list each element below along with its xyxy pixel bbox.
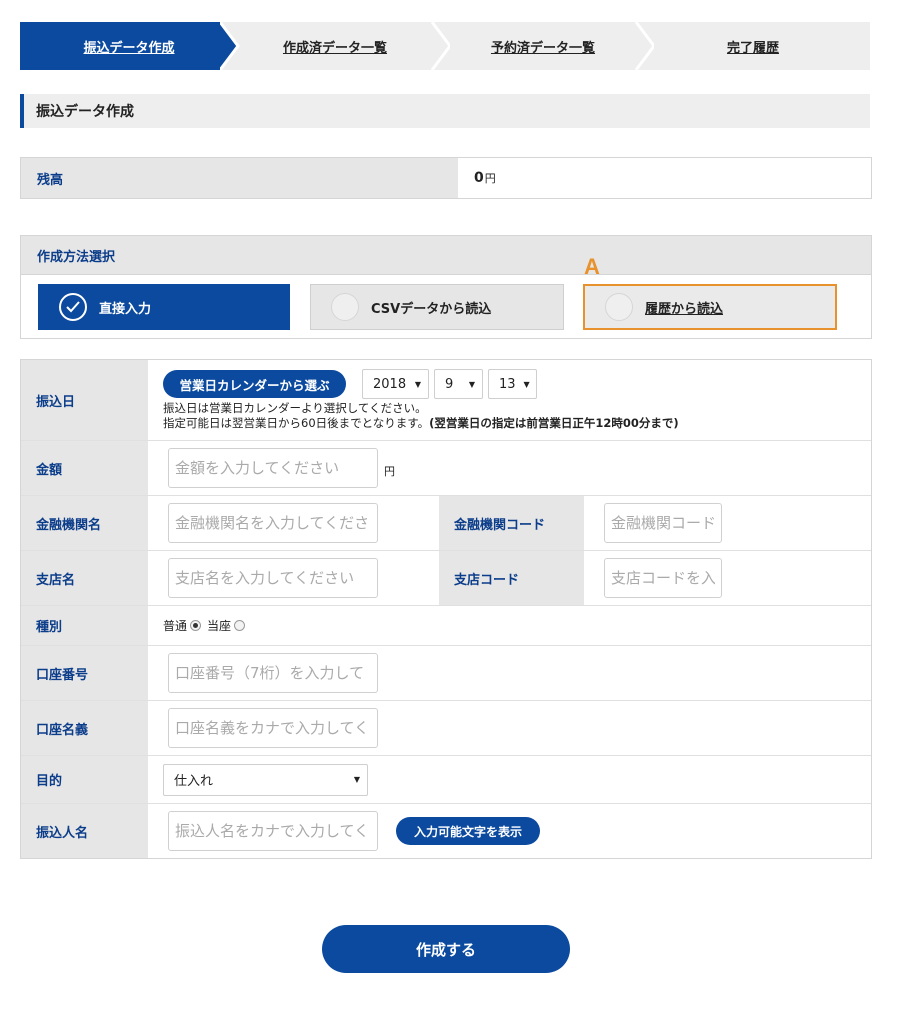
method-direct-input[interactable]: 直接入力 [38,284,290,330]
balance-value: 0 [474,170,484,186]
account-type-cell: 普通 当座 [148,606,871,645]
amount-input[interactable] [168,448,378,488]
year-select[interactable]: 2018 ▼ [362,369,429,399]
sender-name-cell: 入力可能文字を表示 [148,804,871,858]
field-label: 金融機関コード [439,496,584,550]
date-controls: 営業日カレンダーから選ぶ 2018 ▼ 9 ▼ 13 ▼ [163,369,537,399]
type-radio-ordinary[interactable] [190,620,202,631]
date-note-2: 指定可能日は翌営業日から60日後までとなります。(翌営業日の指定は前営業日正午1… [163,416,679,431]
field-label: 振込人名 [21,804,148,858]
row-amount: 金額 円 [21,441,871,496]
type-option-label: 当座 [207,619,232,633]
balance-row: 残高 0円 [20,157,872,199]
method-option-label: 直接入力 [99,301,152,317]
bank-code-input[interactable] [604,503,722,543]
radio-circle-icon [331,293,359,321]
row-transfer-date: 振込日 営業日カレンダーから選ぶ 2018 ▼ 9 ▼ 13 ▼ 振込日は営業日カレン… [21,360,871,441]
step-create-data[interactable]: 振込データ作成 [20,22,238,70]
method-option-label: CSVデータから読込 [371,301,492,317]
method-history-import[interactable]: 履歴から読込 [583,284,837,330]
date-note-2b: (翌営業日の指定は前営業日正午12時00分まで) [429,416,679,430]
account-name-input[interactable] [168,708,378,748]
day-select[interactable]: 13 ▼ [488,369,537,399]
create-button[interactable]: 作成する [322,925,570,973]
day-value: 13 [499,376,516,392]
year-value: 2018 [373,376,407,392]
row-account-type: 種別 普通 当座 [21,606,871,646]
row-account-name: 口座名義 [21,701,871,756]
field-label: 支店コード [439,551,584,605]
branch-name-input[interactable] [168,558,378,598]
step-completed-history[interactable]: 完了履歴 [636,22,870,70]
purpose-select[interactable]: 仕入れ ▼ [163,763,368,796]
field-label: 支店名 [21,551,148,605]
field-label: 種別 [21,606,148,645]
balance-label: 残高 [21,158,458,198]
type-option-label: 普通 [163,619,188,633]
date-note-2a: 指定可能日は翌営業日から60日後までとなります。 [163,416,430,430]
account-number-input[interactable] [168,653,378,693]
method-title: 作成方法選択 [21,236,871,275]
row-sender-name: 振込人名 入力可能文字を表示 [21,804,871,858]
dropdown-arrow-icon: ▼ [353,775,360,784]
row-purpose: 目的 仕入れ ▼ [21,756,871,804]
step-label: 振込データ作成 [83,40,175,56]
transfer-form: 振込日 営業日カレンダーから選ぶ 2018 ▼ 9 ▼ 13 ▼ 振込日は営業日カレン… [20,359,872,859]
step-label: 作成済データ一覧 [282,40,387,56]
step-label: 完了履歴 [726,40,779,56]
method-selection: 作成方法選択 直接入力 CSVデータから読込 履歴から読込 [20,235,872,339]
branch-code-cell [584,551,871,605]
row-branch: 支店名 支店コード [21,551,871,606]
dropdown-arrow-icon: ▼ [414,379,421,389]
amount-unit: 円 [384,465,395,478]
row-bank: 金融機関名 金融機関コード [21,496,871,551]
annotation-marker: A [584,254,600,279]
branch-code-input[interactable] [604,558,722,598]
purpose-cell: 仕入れ ▼ [148,756,871,803]
dropdown-arrow-icon: ▼ [523,379,530,389]
purpose-value: 仕入れ [174,774,214,789]
dropdown-arrow-icon: ▼ [468,379,475,389]
month-select[interactable]: 9 ▼ [434,369,483,399]
account-name-cell [148,701,871,755]
branch-name-cell [148,551,439,605]
radio-circle-icon [605,293,633,321]
amount-cell: 円 [148,441,871,495]
field-label: 口座名義 [21,701,148,755]
show-allowed-chars-button[interactable]: 入力可能文字を表示 [396,817,540,845]
date-cell: 営業日カレンダーから選ぶ 2018 ▼ 9 ▼ 13 ▼ 振込日は営業日カレンダーより… [148,360,871,440]
balance-value-wrap: 0円 [458,170,871,186]
method-option-label: 履歴から読込 [645,301,724,317]
step-navigation: 振込データ作成 作成済データ一覧 予約済データ一覧 完了履歴 [20,22,870,70]
field-label: 金融機関名 [21,496,148,550]
step-label: 予約済データ一覧 [490,40,595,56]
row-account-number: 口座番号 [21,646,871,701]
month-value: 9 [445,376,454,392]
step-reserved-list[interactable]: 予約済データ一覧 [432,22,654,70]
type-radio-current[interactable] [234,620,246,631]
check-icon [59,293,87,321]
field-label: 振込日 [21,360,148,440]
bank-name-cell [148,496,439,550]
balance-unit: 円 [484,172,496,185]
field-label: 口座番号 [21,646,148,700]
field-label: 金額 [21,441,148,495]
sender-name-input[interactable] [168,811,378,851]
bank-code-cell [584,496,871,550]
method-csv-import[interactable]: CSVデータから読込 [310,284,564,330]
bank-name-input[interactable] [168,503,378,543]
step-created-list[interactable]: 作成済データ一覧 [220,22,450,70]
date-note: 振込日は営業日カレンダーより選択してください。 [163,401,427,415]
calendar-button[interactable]: 営業日カレンダーから選ぶ [163,370,346,398]
field-label: 目的 [21,756,148,803]
page-title: 振込データ作成 [20,94,870,128]
account-number-cell [148,646,871,700]
